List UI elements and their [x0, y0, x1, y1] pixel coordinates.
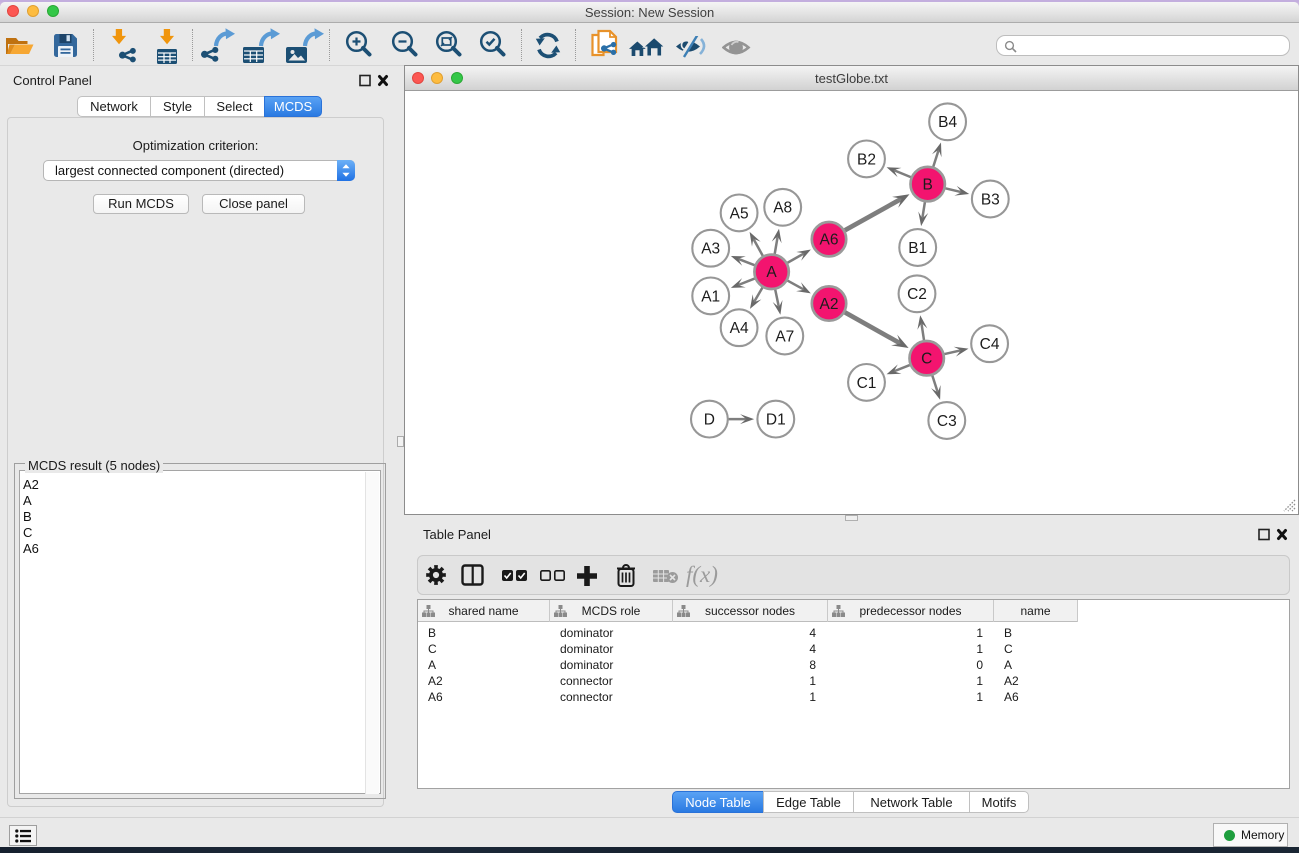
svg-text:B1: B1 — [908, 240, 927, 257]
svg-text:C: C — [921, 351, 932, 368]
svg-text:A1: A1 — [701, 288, 720, 305]
svg-text:B2: B2 — [857, 151, 876, 168]
svg-text:C3: C3 — [937, 413, 957, 430]
svg-text:A8: A8 — [773, 200, 792, 217]
svg-text:C2: C2 — [907, 286, 927, 303]
svg-text:B3: B3 — [981, 191, 1000, 208]
svg-text:A: A — [766, 264, 777, 281]
svg-text:A4: A4 — [730, 320, 749, 337]
svg-text:A7: A7 — [775, 328, 794, 345]
svg-text:A3: A3 — [701, 241, 720, 258]
svg-text:C4: C4 — [980, 336, 1000, 353]
svg-text:A6: A6 — [820, 232, 839, 249]
svg-text:A2: A2 — [820, 296, 839, 313]
svg-text:C1: C1 — [857, 375, 877, 392]
svg-text:B: B — [923, 177, 933, 194]
svg-text:D: D — [704, 412, 715, 429]
svg-text:D1: D1 — [766, 412, 786, 429]
svg-text:B4: B4 — [938, 114, 957, 131]
svg-text:A5: A5 — [730, 205, 749, 222]
